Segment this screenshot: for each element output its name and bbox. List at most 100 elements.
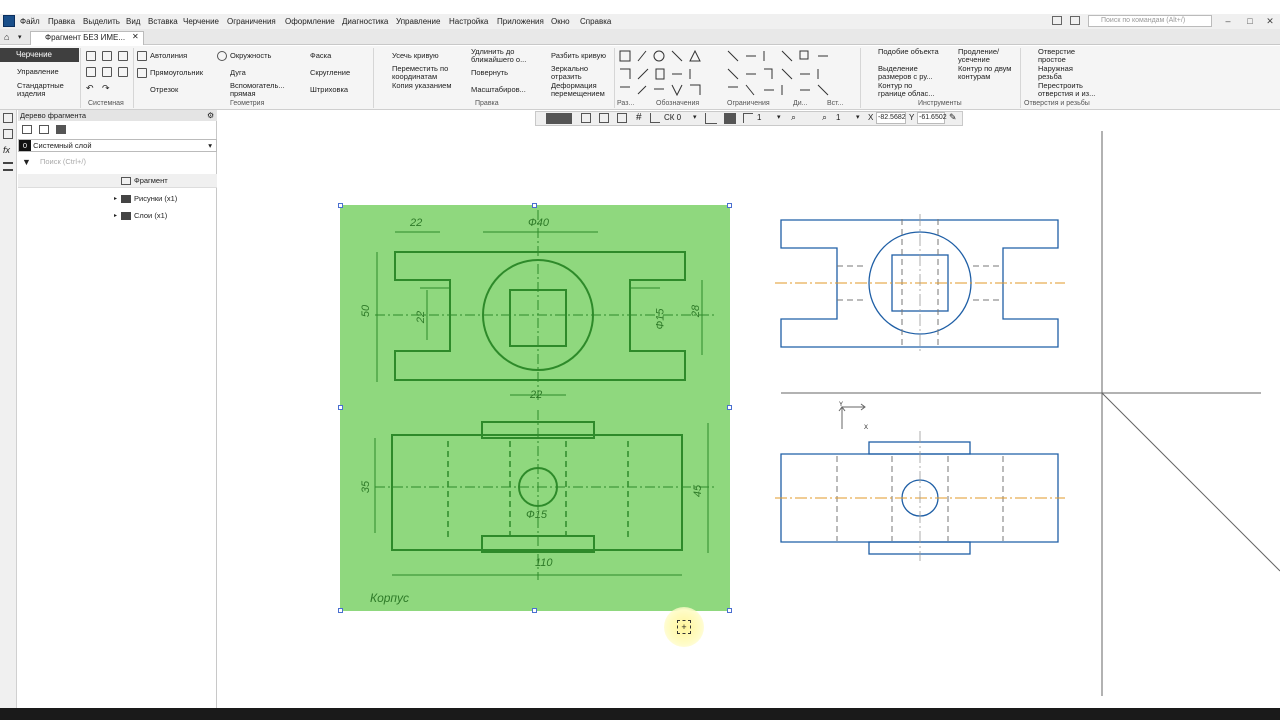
split-curve-button[interactable]: Разбить кривую	[551, 52, 606, 60]
app-logo-icon[interactable]	[3, 15, 15, 27]
undo-icon[interactable]: ↶	[86, 84, 94, 93]
new-doc-icon[interactable]	[86, 51, 96, 61]
deform-button[interactable]: Деформация перемещением	[551, 82, 613, 98]
tree-image-icon[interactable]	[56, 125, 66, 134]
tree-filter-icon[interactable]	[39, 125, 49, 134]
layer-select[interactable]: 0 Системный слой ▾	[18, 139, 217, 152]
copy-icon[interactable]	[102, 67, 112, 77]
tree-tool-icon[interactable]	[22, 125, 32, 134]
raster-sketch-image[interactable]: 22 Ф40 50 22 Ф15 28 22 35 Ф15 45 110 Кор…	[340, 205, 730, 611]
scale-button[interactable]: Масштабиров...	[471, 86, 526, 94]
menu-help[interactable]: Справка	[580, 17, 611, 26]
command-search-input[interactable]: Поиск по командам (Alt+/)	[1088, 15, 1212, 27]
close-button[interactable]: ✕	[1264, 15, 1276, 27]
tree-root-row[interactable]: Фрагмент	[18, 174, 217, 188]
select-dims-button[interactable]: Выделение размеров с ру...	[878, 65, 940, 81]
hatch-button[interactable]: Штриховка	[310, 86, 348, 94]
y-coordinate-field[interactable]: -61.6502	[917, 112, 947, 124]
menu-diagnostics[interactable]: Диагностика	[342, 17, 388, 26]
ortho-icon[interactable]	[599, 113, 609, 123]
chevron-down-icon[interactable]: ▾	[777, 113, 781, 121]
save-icon[interactable]	[118, 51, 128, 61]
tree-view-icon[interactable]	[3, 113, 13, 123]
extend-button[interactable]: Удлинить до ближайшего о...	[471, 48, 535, 64]
contour-two-button[interactable]: Контур по двум контурам	[958, 65, 1020, 81]
tree-search-input[interactable]: Поиск (Ctrl+/)	[18, 155, 217, 168]
menu-format[interactable]: Оформление	[285, 17, 335, 26]
arc-button[interactable]: Дуга	[230, 69, 246, 77]
fillet-button[interactable]: Скругление	[310, 69, 350, 77]
expand-icon[interactable]: ▸	[114, 192, 117, 206]
segment-button[interactable]: Отрезок	[150, 86, 178, 94]
nav-standard-parts[interactable]: Стандартные изделия	[17, 82, 77, 98]
fullscreen-icon[interactable]	[1070, 16, 1080, 25]
tree-item-layers[interactable]: ▸ Слои (x1)	[18, 209, 217, 223]
autoline-button[interactable]: Автолиния	[150, 52, 187, 60]
extend-trim-button[interactable]: Продление/ усечение	[958, 48, 1014, 64]
layout-icon[interactable]	[1052, 16, 1062, 25]
nav-drawing[interactable]: Черчение	[0, 48, 79, 62]
menu-window[interactable]: Окно	[551, 17, 570, 26]
move-by-coords-button[interactable]: Переместить по координатам	[392, 65, 456, 81]
expand-icon[interactable]: ▸	[114, 209, 117, 223]
menu-apps[interactable]: Приложения	[497, 17, 544, 26]
x-coordinate-field[interactable]: -82.5682	[876, 112, 906, 124]
rotate-button[interactable]: Повернуть	[471, 69, 508, 77]
chamfer-button[interactable]: Фаска	[310, 52, 331, 60]
menu-drawing[interactable]: Черчение	[183, 17, 219, 26]
eyedropper-icon[interactable]: ✎	[949, 112, 957, 123]
redo-icon[interactable]: ↷	[102, 84, 110, 93]
resize-handle[interactable]	[532, 608, 537, 613]
simple-hole-button[interactable]: Отверстие простое	[1038, 48, 1094, 64]
copy-by-point-button[interactable]: Копия указанием	[392, 82, 456, 90]
home-icon[interactable]: ⌂	[4, 32, 16, 43]
circle-button[interactable]: Окружность	[230, 52, 271, 60]
resize-handle[interactable]	[532, 203, 537, 208]
layers-icon[interactable]	[3, 162, 13, 171]
external-thread-button[interactable]: Наружная резьба	[1038, 65, 1094, 81]
ribbon-tool-icons[interactable]	[618, 49, 858, 97]
grid-icon[interactable]: #	[636, 112, 642, 123]
resize-handle[interactable]	[727, 203, 732, 208]
zoom-value[interactable]: 1	[836, 113, 840, 122]
cad-drawing[interactable]	[740, 126, 1280, 706]
mirror-button[interactable]: Зеркально отразить	[551, 65, 611, 81]
chevron-down-icon[interactable]: ▾	[18, 32, 27, 43]
resize-handle[interactable]	[338, 405, 343, 410]
chevron-down-icon[interactable]: ▾	[856, 113, 860, 121]
nav-manage[interactable]: Управление	[17, 68, 59, 76]
menu-manage[interactable]: Управление	[396, 17, 440, 26]
tree-item-drawings[interactable]: ▸ Рисунки (x1)	[18, 192, 217, 206]
paste-icon[interactable]	[118, 67, 128, 77]
chevron-down-icon[interactable]: ▾	[693, 113, 697, 121]
maximize-button[interactable]: □	[1244, 15, 1256, 27]
contour-by-area-button[interactable]: Контур по границе облас...	[878, 82, 940, 98]
properties-icon[interactable]	[3, 129, 13, 139]
snap-mode-button[interactable]	[546, 113, 572, 124]
trim-curve-button[interactable]: Усечь кривую	[392, 52, 439, 60]
menu-file[interactable]: Файл	[20, 17, 40, 26]
rebuild-holes-button[interactable]: Перестроить отверстия и из...	[1038, 82, 1100, 98]
menu-edit[interactable]: Правка	[48, 17, 75, 26]
snap-toggle-icon[interactable]	[724, 113, 736, 124]
resize-handle[interactable]	[727, 608, 732, 613]
resize-handle[interactable]	[338, 608, 343, 613]
print-icon[interactable]	[86, 67, 96, 77]
menu-view[interactable]: Вид	[126, 17, 140, 26]
menu-settings[interactable]: Настройка	[449, 17, 488, 26]
gear-icon[interactable]: ⚙	[207, 111, 214, 120]
rebuild-icon[interactable]	[617, 113, 627, 123]
tab-fragment[interactable]: Фрагмент БЕЗ ИМЕ...	[30, 31, 144, 45]
variables-icon[interactable]: fx	[3, 145, 10, 155]
aux-line-button[interactable]: Вспомогатель... прямая	[230, 82, 292, 98]
resize-handle[interactable]	[727, 405, 732, 410]
menu-insert[interactable]: Вставка	[148, 17, 178, 26]
cs-select[interactable]: СК 0	[664, 113, 681, 122]
step-value[interactable]: 1	[757, 113, 761, 122]
zoom-search-icon[interactable]: ⌕	[791, 112, 796, 123]
menu-constraints[interactable]: Ограничения	[227, 17, 276, 26]
grid-snap-icon[interactable]	[581, 113, 591, 123]
resize-handle[interactable]	[338, 203, 343, 208]
open-icon[interactable]	[102, 51, 112, 61]
tab-close-icon[interactable]: ✕	[132, 32, 139, 41]
